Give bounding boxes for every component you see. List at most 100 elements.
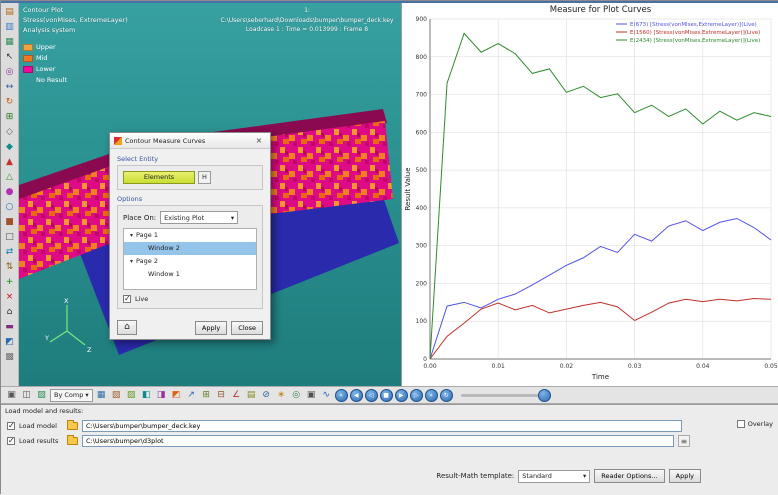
- contour-icon[interactable]: ◩: [2, 335, 17, 350]
- dialog-titlebar[interactable]: Contour Measure Curves ×: [110, 133, 270, 149]
- legend-icon[interactable]: ▩: [2, 350, 17, 365]
- tensor-plot-icon[interactable]: ⊞: [200, 389, 213, 402]
- result-math-label: Result-Math template:: [436, 472, 514, 480]
- results-options-icon[interactable]: ≡: [678, 435, 690, 447]
- options-group: Place On: Existing Plot ▾ ▾ Page 1 Windo…: [117, 205, 263, 309]
- solid-icon[interactable]: ■: [2, 215, 17, 230]
- tracking-system-icon[interactable]: ◎: [290, 389, 303, 402]
- assembly-icon[interactable]: ▧: [110, 389, 123, 402]
- last-frame-button[interactable]: »: [425, 389, 438, 402]
- model-info-icon[interactable]: ▦: [95, 389, 108, 402]
- window-layout-icon[interactable]: ◫: [20, 389, 33, 402]
- elements-button[interactable]: Elements: [123, 171, 195, 184]
- session-icon[interactable]: ▤: [2, 5, 17, 20]
- load-results-path-input[interactable]: [82, 435, 674, 447]
- tree-item-window2[interactable]: Window 2: [124, 242, 256, 255]
- page-layout-icon[interactable]: ▣: [5, 389, 18, 402]
- contour-plot-subtitle: Stress(vonMises, ExtremeLayer): [23, 16, 128, 26]
- legend-item: Mid: [23, 54, 67, 62]
- overlay-checkbox[interactable]: [737, 420, 745, 428]
- entity-toggle-button[interactable]: H: [198, 171, 211, 184]
- swap-icon[interactable]: ⇄: [2, 245, 17, 260]
- measure-panel-icon[interactable]: ∠: [230, 389, 243, 402]
- rotate-view-icon[interactable]: ↻: [2, 95, 17, 110]
- live-row: Live: [123, 295, 257, 303]
- select-cursor-icon[interactable]: ↖: [2, 50, 17, 65]
- step-back-button[interactable]: ◀: [350, 389, 363, 402]
- iso-view-icon[interactable]: ◨: [155, 389, 168, 402]
- section-cut-icon[interactable]: ⊘: [260, 389, 273, 402]
- fit-view-icon[interactable]: ⊞: [2, 110, 17, 125]
- open-file-icon[interactable]: ▥: [2, 20, 17, 35]
- exploded-view-icon[interactable]: ∗: [275, 389, 288, 402]
- notes-icon[interactable]: ▤: [245, 389, 258, 402]
- load-model-checkbox[interactable]: [7, 422, 15, 430]
- panel-apply-button[interactable]: Apply: [669, 469, 701, 483]
- reader-options-button[interactable]: Reader Options...: [594, 469, 664, 483]
- save-icon[interactable]: ▦: [2, 35, 17, 50]
- zoom-icon[interactable]: ◎: [2, 65, 17, 80]
- svg-text:E(673) [Stress(vonMises,Extrem: E(673) [Stress(vonMises,ExtremeLayer)](L…: [630, 22, 757, 28]
- triad-x-label: X: [64, 297, 69, 305]
- load-model-label: Load model: [19, 422, 63, 430]
- collapse-icon[interactable]: ▾: [130, 229, 133, 242]
- stop-button[interactable]: ■: [380, 389, 393, 402]
- capture-image-icon[interactable]: ▣: [305, 389, 318, 402]
- step-forward-button[interactable]: ▷: [410, 389, 423, 402]
- overlay-box: Overlay: [737, 420, 773, 428]
- play-reverse-button[interactable]: ◁: [365, 389, 378, 402]
- flip-icon[interactable]: ⇅: [2, 260, 17, 275]
- axis-triad: X Y Z: [45, 295, 97, 357]
- pan-icon[interactable]: ↔: [2, 80, 17, 95]
- section-icon[interactable]: ▬: [2, 320, 17, 335]
- left-toolbar: ▤▥▦↖◎↔↻⊞◇◆▲△●○■□⇄⇅+×⌂▬◩▩: [1, 3, 19, 386]
- play-button[interactable]: ▶: [395, 389, 408, 402]
- legend-swatch: [23, 44, 33, 51]
- build-plots-icon[interactable]: ∿: [320, 389, 333, 402]
- color-mode-icon[interactable]: ▨: [35, 389, 48, 402]
- place-on-select[interactable]: Existing Plot ▾: [160, 211, 238, 224]
- results-folder-icon[interactable]: [67, 437, 78, 445]
- loop-button[interactable]: ↻: [440, 389, 453, 402]
- contour-panel-icon[interactable]: ◩: [170, 389, 183, 402]
- animation-slider[interactable]: [461, 394, 545, 397]
- tree-item-window1[interactable]: Window 1: [124, 268, 256, 281]
- contour-analysis-system: Analysis system: [23, 26, 128, 36]
- legend-label: No Result: [36, 76, 67, 84]
- home-view-icon[interactable]: ⌂: [2, 305, 17, 320]
- collapse-icon[interactable]: ▾: [130, 255, 133, 268]
- element-select-icon[interactable]: ▲: [2, 155, 17, 170]
- node-icon[interactable]: ●: [2, 185, 17, 200]
- model-folder-icon[interactable]: [67, 422, 78, 430]
- vector-plot-icon[interactable]: ↗: [185, 389, 198, 402]
- select-entity-group: Elements H: [117, 165, 263, 190]
- dialog-close-button[interactable]: Close: [231, 321, 263, 335]
- mesh-icon[interactable]: △: [2, 170, 17, 185]
- component-icon[interactable]: ▨: [125, 389, 138, 402]
- remove-icon[interactable]: ×: [2, 290, 17, 305]
- by-comp-select[interactable]: By Comp▾: [50, 389, 93, 402]
- dialog-body: Select Entity Elements H Options Place O…: [110, 149, 270, 318]
- add-icon[interactable]: +: [2, 275, 17, 290]
- animation-slider-handle[interactable]: [538, 389, 551, 402]
- result-math-select[interactable]: Standard ▾: [518, 470, 590, 483]
- outline-icon[interactable]: □: [2, 230, 17, 245]
- svg-text:0.00: 0.00: [423, 363, 437, 370]
- home-icon[interactable]: ⌂: [117, 320, 137, 335]
- load-results-checkbox[interactable]: [7, 437, 15, 445]
- close-icon[interactable]: ×: [252, 136, 266, 145]
- shaded-icon[interactable]: ◆: [2, 140, 17, 155]
- deformed-shape-icon[interactable]: ⊟: [215, 389, 228, 402]
- first-frame-button[interactable]: «: [335, 389, 348, 402]
- dialog-apply-button[interactable]: Apply: [195, 321, 227, 335]
- wireframe-icon[interactable]: ◇: [2, 125, 17, 140]
- view-cube-icon[interactable]: ◧: [140, 389, 153, 402]
- svg-text:0.01: 0.01: [492, 363, 506, 370]
- svg-text:Result Value: Result Value: [404, 167, 412, 210]
- plot-window[interactable]: 01002003004005006007008009000.000.010.02…: [401, 3, 778, 386]
- tree-item-page2[interactable]: ▾ Page 2: [124, 255, 256, 268]
- load-model-path-input[interactable]: [82, 420, 682, 432]
- sphere-icon[interactable]: ○: [2, 200, 17, 215]
- tree-item-page1[interactable]: ▾ Page 1: [124, 229, 256, 242]
- live-checkbox[interactable]: [123, 295, 131, 303]
